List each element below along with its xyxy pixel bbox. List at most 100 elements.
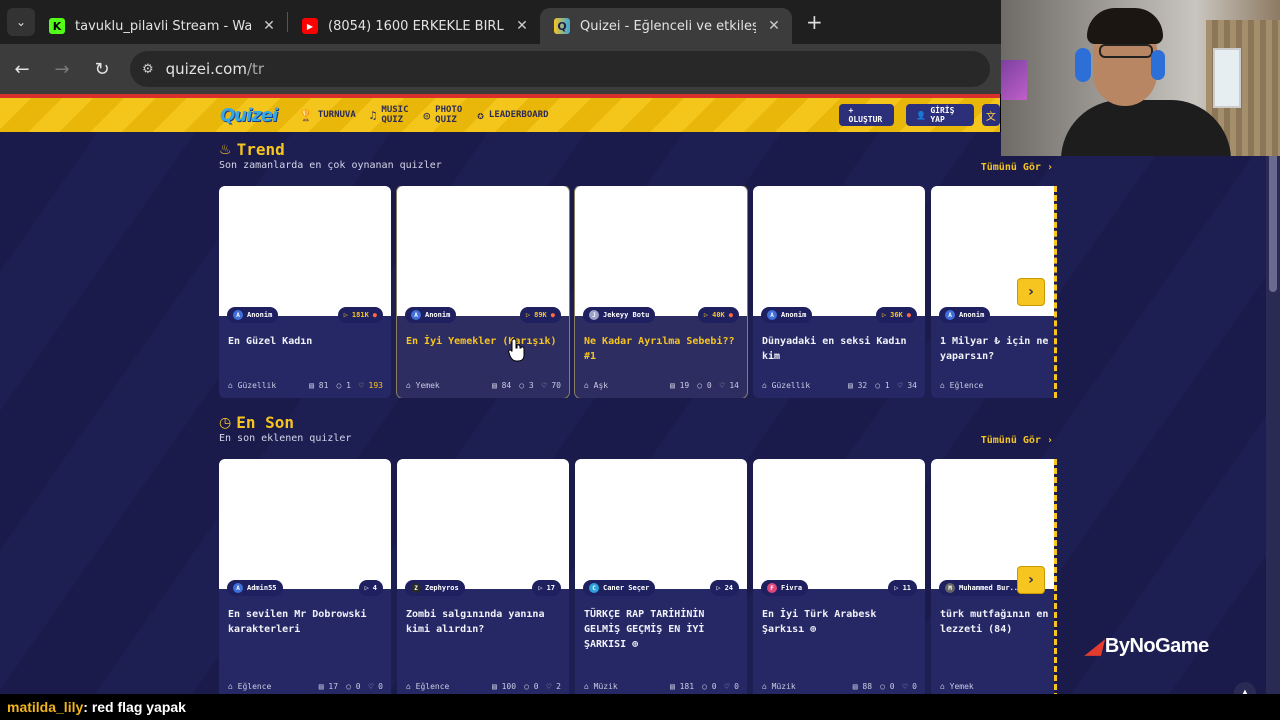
plays-count: 4 xyxy=(372,584,377,592)
card-meta: A Anonim ▷ 89K ● xyxy=(405,307,561,323)
quiz-title: En İyi Türk Arabesk Şarkısı ⊕ xyxy=(762,609,877,635)
nav-music-quiz[interactable]: ♫ MUSIC QUIZ xyxy=(370,105,410,125)
avatar-icon: A xyxy=(233,583,243,593)
forward-icon[interactable]: → xyxy=(44,51,80,87)
author-badge: A Admin55 xyxy=(227,580,283,596)
comments-value: 3 xyxy=(528,381,534,390)
play-icon: ▷ xyxy=(703,311,709,319)
fire-icon: ● xyxy=(906,311,911,319)
latest-carousel: A Admin55 ▷ 4 En sevilen Mr Dobrowski kara… xyxy=(219,459,1057,699)
browser-tab-3[interactable]: Q Quizei - Eğlenceli ve etkileşimli quiz… xyxy=(540,8,792,44)
category-name: Yemek xyxy=(415,381,440,390)
avatar-icon: A xyxy=(233,310,243,320)
avatar-icon: A xyxy=(411,310,421,320)
close-icon[interactable]: ✕ xyxy=(514,18,530,34)
stream-watermark: ◢ ByNoGame xyxy=(1086,634,1209,659)
play-icon: ▷ xyxy=(343,311,348,319)
stream-chat-overlay: matilda_lily : red flag yapak xyxy=(0,694,1280,720)
section-subtitle: Son zamanlarda en çok oynanan quizler xyxy=(219,160,442,171)
likes-value: 0 xyxy=(912,682,917,691)
category-label: ⌂ Müzik xyxy=(762,682,796,691)
quiz-card[interactable]: A Admin55 ▷ 4 En sevilen Mr Dobrowski kara… xyxy=(219,459,391,699)
author-name: Admin55 xyxy=(247,584,277,592)
quiz-title: Zombi salgınında yanına kimi alırdın? xyxy=(406,609,545,635)
quiz-card[interactable]: F Fivra ▷ 11 En İyi Türk Arabesk Şarkısı ⊕… xyxy=(753,459,925,699)
quiz-card[interactable]: A Anonim ▷ 181K ● En Güzel Kadın ⌂ Güzellik… xyxy=(219,186,391,398)
plays-count: 40K xyxy=(712,311,725,319)
glasses-icon xyxy=(1099,44,1153,58)
see-all-link[interactable]: Tümünü Gör › xyxy=(981,162,1053,173)
browser-tab-2[interactable]: ▶ (8054) 1600 ERKEKLE BİRLİKTE ORMANDA ✕ xyxy=(288,8,540,44)
see-all-link[interactable]: Tümünü Gör › xyxy=(981,435,1053,446)
questions-count: ▤ 32 xyxy=(847,381,868,390)
comments-value: 0 xyxy=(533,682,539,691)
comments-count: ○ 1 xyxy=(336,381,351,390)
tab-title: (8054) 1600 ERKEKLE BİRLİKTE ORMANDA xyxy=(328,18,504,34)
chat-message: : red flag yapak xyxy=(83,699,186,715)
quiz-card[interactable]: Z Zephyros ▷ 17 Zombi salgınında yanına ki… xyxy=(397,459,569,699)
webcam-person-hair xyxy=(1087,8,1163,44)
comments-value: 0 xyxy=(711,682,717,691)
new-tab-icon[interactable]: + xyxy=(806,10,823,34)
flame-icon: ♨ xyxy=(219,141,232,158)
quiz-title: 1 Milyar ₺ için ne yaparsın? xyxy=(940,336,1049,362)
screen: ⌄ K tavuklu_pilavli Stream - Watch Live … xyxy=(0,0,1280,720)
youtube-favicon-icon: ▶ xyxy=(302,18,318,34)
author-name: Muhammed Bur... xyxy=(959,584,1023,592)
address-bar[interactable]: ⚙ quizei.com/tr xyxy=(130,51,990,87)
likes-count: ♡ 14 xyxy=(719,381,739,390)
reload-icon[interactable]: ↻ xyxy=(84,51,120,87)
quiz-title: En sevilen Mr Dobrowski karakterleri xyxy=(228,609,367,635)
quiz-thumbnail xyxy=(575,459,747,589)
medal-icon: ✪ xyxy=(477,108,484,122)
close-icon[interactable]: ✕ xyxy=(766,18,782,34)
plays-count: 181K xyxy=(351,311,369,319)
nav-leaderboard[interactable]: ✪ LEADERBOARD xyxy=(477,105,548,125)
carousel-next-button[interactable]: › xyxy=(1017,278,1045,306)
tab-search-button[interactable]: ⌄ xyxy=(7,8,35,36)
quizei-favicon-icon: Q xyxy=(554,18,570,34)
kick-favicon-icon: K xyxy=(49,18,65,34)
questions-count: ▤ 84 xyxy=(491,381,512,390)
back-icon[interactable]: ← xyxy=(4,51,40,87)
quiz-card[interactable]: A Anonim ▷ 89K ● En İyi Yemekler (Karışık) … xyxy=(397,186,569,398)
carousel-next-button[interactable]: › xyxy=(1017,566,1045,594)
quiz-title: Ne Kadar Ayrılma Sebebi?? #1 xyxy=(584,336,735,362)
questions-count: ▤ 88 xyxy=(852,682,873,691)
language-icon[interactable]: 文 xyxy=(981,104,1000,126)
browser-tab-1[interactable]: K tavuklu_pilavli Stream - Watch Live on… xyxy=(35,8,287,44)
author-name: Anonim xyxy=(247,311,273,319)
camera-icon: ◎ xyxy=(423,108,431,122)
tab-title: Quizei - Eğlenceli ve etkileşimli quizle… xyxy=(580,18,756,34)
site-logo[interactable]: Quizei xyxy=(220,105,278,126)
page-scrollbar[interactable] xyxy=(1266,132,1280,720)
quiz-card[interactable]: J Jekeyy Botu ▷ 40K ● Ne Kadar Ayrılma Sebe… xyxy=(575,186,747,398)
site-settings-icon[interactable]: ⚙ xyxy=(142,62,154,77)
likes-count: ♡ 0 xyxy=(368,682,383,691)
chat-username: matilda_lily xyxy=(7,699,84,715)
nav-photo-quiz[interactable]: ◎ PHOTO QUIZ xyxy=(424,105,464,125)
section-title: En Son xyxy=(236,413,295,432)
nav-turnuva[interactable]: 🏆 TURNUVA xyxy=(299,105,356,125)
comments-count: ○ 0 xyxy=(524,682,539,691)
category-name: Aşk xyxy=(593,381,609,390)
quiz-card[interactable]: A Anonim ▷ 36K ● Dünyadaki en seksi Kadın k… xyxy=(753,186,925,398)
fire-icon: ● xyxy=(728,311,733,319)
close-icon[interactable]: ✕ xyxy=(261,18,277,34)
create-button[interactable]: + OLUŞTUR xyxy=(838,104,895,126)
quiz-card[interactable]: C Caner Seçer ▷ 24 TÜRKÇE RAP TARİHİNİN GE… xyxy=(575,459,747,699)
category-label: ⌂ Eğlence xyxy=(228,682,272,691)
comments-count: ○ 0 xyxy=(697,381,712,390)
scrollbar-thumb[interactable] xyxy=(1269,142,1277,292)
plays-badge: ▷ 89K ● xyxy=(519,307,561,323)
watermark-text: ByNoGame xyxy=(1104,635,1209,657)
avatar-icon: Z xyxy=(411,583,421,593)
comments-count: ○ 3 xyxy=(519,381,534,390)
quiz-title: türk mutfağının en güzel lezzeti (84) xyxy=(940,609,1054,635)
card-meta: F Fivra ▷ 11 xyxy=(761,580,917,596)
login-button[interactable]: 👤 GİRİŞ YAP xyxy=(906,104,974,126)
chevron-right-icon: › xyxy=(1028,284,1034,300)
avatar-icon: J xyxy=(589,310,599,320)
bynogame-logo-icon: ◢ xyxy=(1086,636,1101,658)
card-footer: ⌂ Yemek ▤ 84 xyxy=(940,682,1054,691)
